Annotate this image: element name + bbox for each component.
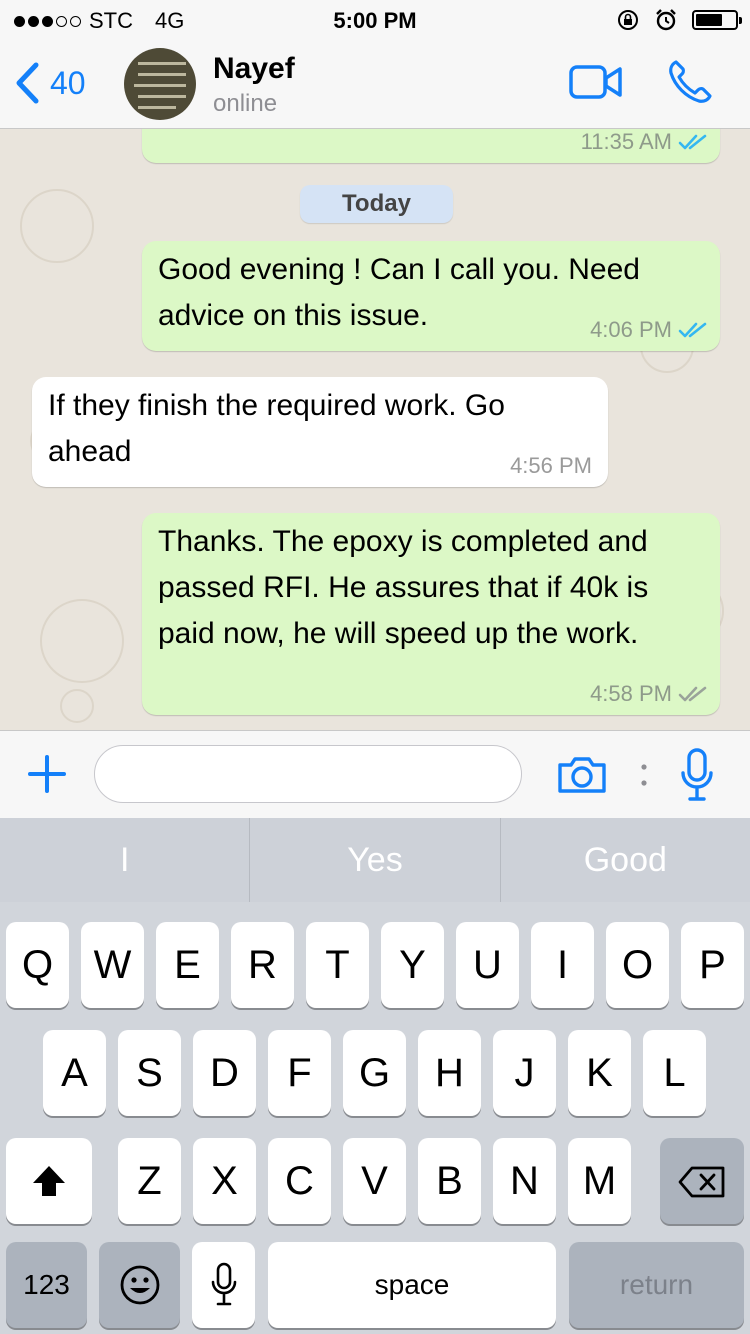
chevron-left-icon	[16, 62, 39, 104]
key-h[interactable]: H	[418, 1030, 481, 1116]
message-input-bar	[0, 730, 750, 819]
double-check-delivered-icon	[678, 686, 707, 702]
back-button[interactable]: 40	[14, 62, 86, 104]
key-d[interactable]: D	[193, 1030, 256, 1116]
outgoing-message[interactable]: Thx 11:35 AM	[142, 129, 720, 163]
backspace-icon	[678, 1166, 725, 1198]
chat-area[interactable]: Thx 11:35 AM Today Good evening ! Can I …	[0, 129, 750, 730]
battery-icon	[692, 10, 742, 30]
key-j[interactable]: J	[493, 1030, 556, 1116]
key-t[interactable]: T	[306, 922, 369, 1008]
status-bar: STC 4G 5:00 PM	[0, 0, 750, 40]
double-check-read-icon	[678, 134, 707, 150]
key-g[interactable]: G	[343, 1030, 406, 1116]
key-r[interactable]: R	[231, 922, 294, 1008]
key-s[interactable]: S	[118, 1030, 181, 1116]
key-q[interactable]: Q	[6, 922, 69, 1008]
microphone-icon	[211, 1262, 236, 1306]
key-z[interactable]: Z	[118, 1138, 181, 1224]
key-n[interactable]: N	[493, 1138, 556, 1224]
outgoing-message[interactable]: Good evening ! Can I call you. Need advi…	[142, 241, 720, 351]
shift-arrow-icon	[33, 1166, 65, 1196]
key-i[interactable]: I	[531, 922, 594, 1008]
microphone-icon[interactable]	[680, 747, 714, 805]
space-key[interactable]: space	[268, 1242, 556, 1328]
key-p[interactable]: P	[681, 922, 744, 1008]
message-text: Thanks. The epoxy is completed and passe…	[158, 525, 649, 650]
backspace-key[interactable]	[660, 1138, 744, 1224]
key-o[interactable]: O	[606, 922, 669, 1008]
numbers-key[interactable]: 123	[6, 1242, 87, 1328]
contact-name[interactable]: Nayef	[213, 52, 295, 86]
key-b[interactable]: B	[418, 1138, 481, 1224]
suggestion-item[interactable]: Good	[501, 818, 750, 902]
rotation-lock-icon	[618, 10, 638, 30]
key-m[interactable]: M	[568, 1138, 631, 1224]
suggestion-bar: I Yes Good	[0, 818, 750, 902]
message-input[interactable]	[94, 745, 522, 803]
key-w[interactable]: W	[81, 922, 144, 1008]
message-time: 4:56 PM	[510, 453, 592, 478]
phone-call-icon[interactable]	[666, 58, 714, 106]
key-a[interactable]: A	[43, 1030, 106, 1116]
emoji-smiley-icon	[120, 1265, 159, 1305]
message-time: 4:58 PM	[590, 681, 672, 706]
contact-status: online	[213, 90, 278, 117]
suggestion-item[interactable]: Yes	[250, 818, 501, 902]
message-time: 11:35 AM	[580, 129, 672, 154]
chat-header: 40 Nayef online	[0, 40, 750, 129]
key-k[interactable]: K	[568, 1030, 631, 1116]
emoji-key[interactable]	[99, 1242, 180, 1328]
more-dots-icon[interactable]	[639, 763, 649, 789]
shift-key[interactable]	[6, 1138, 92, 1224]
key-x[interactable]: X	[193, 1138, 256, 1224]
unread-count: 40	[50, 64, 86, 101]
date-separator: Today	[300, 185, 453, 223]
key-v[interactable]: V	[343, 1138, 406, 1224]
suggestion-item[interactable]: I	[0, 818, 251, 902]
key-l[interactable]: L	[643, 1030, 706, 1116]
keyboard: I Yes Good Q W E R T Y U I O P A S D F G…	[0, 818, 750, 1334]
key-u[interactable]: U	[456, 922, 519, 1008]
key-f[interactable]: F	[268, 1030, 331, 1116]
return-key[interactable]: return	[569, 1242, 744, 1328]
outgoing-message[interactable]: Thanks. The epoxy is completed and passe…	[142, 513, 720, 715]
message-time: 4:06 PM	[590, 317, 672, 342]
key-y[interactable]: Y	[381, 922, 444, 1008]
plus-icon[interactable]	[28, 755, 66, 793]
key-e[interactable]: E	[156, 922, 219, 1008]
avatar[interactable]	[124, 48, 196, 120]
key-c[interactable]: C	[268, 1138, 331, 1224]
double-check-read-icon	[678, 322, 707, 338]
dictation-key[interactable]	[192, 1242, 255, 1328]
video-call-icon[interactable]	[568, 64, 624, 100]
camera-icon[interactable]	[556, 755, 608, 795]
incoming-message[interactable]: If they finish the required work. Go ahe…	[32, 377, 608, 487]
message-text: Thx	[158, 129, 208, 143]
alarm-icon	[656, 9, 676, 31]
